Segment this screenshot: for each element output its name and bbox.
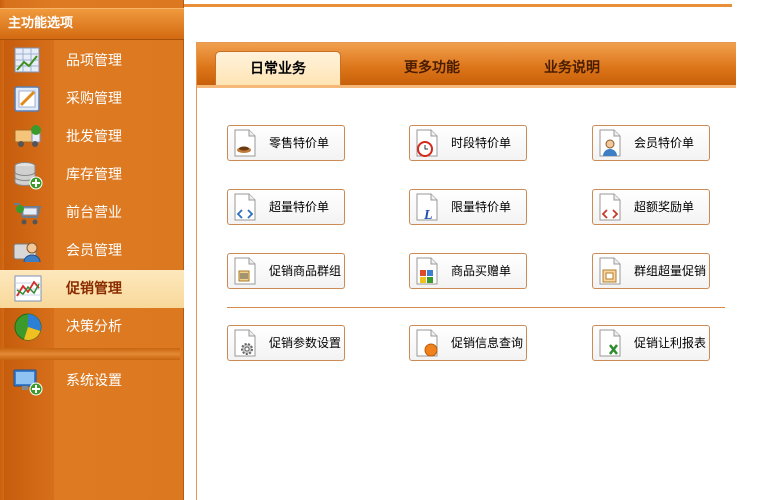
button-label: 群组超量促销 xyxy=(634,264,707,278)
sidebar-item-front-desk[interactable]: 前台营业 xyxy=(0,194,184,232)
sidebar-item-label: 品项管理 xyxy=(66,53,122,69)
member-card-icon xyxy=(13,242,41,263)
sidebar-item-inventory[interactable]: 库存管理 xyxy=(0,156,184,194)
sidebar-item-label: 前台营业 xyxy=(66,205,122,221)
gear-icon xyxy=(234,329,256,357)
svg-text:L: L xyxy=(423,208,433,221)
orange-dot-icon xyxy=(416,329,438,357)
sidebar-item-member[interactable]: 会员管理 xyxy=(0,232,184,270)
letter-l-icon: L xyxy=(416,193,438,221)
retail-special-button[interactable]: 零售特价单 xyxy=(227,125,345,161)
button-label: 会员特价单 xyxy=(634,136,695,150)
sidebar-item-item-management[interactable]: 品项管理 xyxy=(0,42,184,80)
sidebar-item-analysis[interactable]: 决策分析 xyxy=(0,308,184,346)
top-rule xyxy=(184,4,732,7)
button-label: 超额奖励单 xyxy=(634,200,695,214)
sidebar-item-label: 系统设置 xyxy=(66,373,122,389)
barcode-icon xyxy=(234,257,256,285)
pie-chart-icon xyxy=(14,313,42,341)
arrows-icon xyxy=(234,193,256,221)
blocks-icon xyxy=(416,257,438,285)
sidebar-item-label: 批发管理 xyxy=(66,129,122,145)
purchase-pen-icon xyxy=(14,86,40,112)
sidebar-item-label: 采购管理 xyxy=(66,91,122,107)
clock-icon xyxy=(416,129,438,157)
sidebar-item-label: 促销管理 xyxy=(66,281,122,297)
button-label: 促销让利报表 xyxy=(634,336,707,350)
button-label: 促销商品群组 xyxy=(269,264,342,278)
monitor-add-icon xyxy=(13,369,43,396)
button-label: 限量特价单 xyxy=(451,200,512,214)
item-grid-icon xyxy=(14,47,40,73)
promo-discount-report-button[interactable]: 促销让利报表 xyxy=(592,325,710,361)
sidebar-item-settings[interactable]: 系统设置 xyxy=(0,362,184,400)
tab-daily[interactable]: 日常业务 xyxy=(215,51,341,85)
sidebar-title: 主功能选项 xyxy=(0,8,184,40)
cup-icon xyxy=(234,129,256,157)
button-label: 超量特价单 xyxy=(269,200,330,214)
sidebar-item-purchase[interactable]: 采购管理 xyxy=(0,80,184,118)
frame-icon xyxy=(599,257,621,285)
tab-underline xyxy=(197,85,736,88)
excel-icon xyxy=(599,329,621,357)
database-add-icon xyxy=(14,162,43,190)
button-label: 商品买赠单 xyxy=(451,264,512,278)
tab-bar: 日常业务 更多功能 业务说明 xyxy=(197,43,736,85)
over-quantity-special-button[interactable]: 超量特价单 xyxy=(227,189,345,225)
button-label: 时段特价单 xyxy=(451,136,512,150)
buy-gift-button[interactable]: 商品买赠单 xyxy=(409,253,527,289)
button-label: 促销参数设置 xyxy=(269,336,342,350)
button-label: 零售特价单 xyxy=(269,136,330,150)
sidebar-menu: 品项管理 采购管理 批发管理 库存管理 前台营业 会员管理 促销管理 决策分析 … xyxy=(0,42,184,400)
tab-more[interactable]: 更多功能 xyxy=(372,51,492,85)
button-label: 促销信息查询 xyxy=(451,336,524,350)
promo-info-query-button[interactable]: 促销信息查询 xyxy=(409,325,527,361)
user-icon xyxy=(599,129,621,157)
chart-line-icon xyxy=(14,275,42,302)
promo-params-button[interactable]: 促销参数设置 xyxy=(227,325,345,361)
promo-item-group-button[interactable]: 促销商品群组 xyxy=(227,253,345,289)
sidebar-item-promotion[interactable]: 促销管理 xyxy=(0,270,184,308)
sidebar-item-label: 会员管理 xyxy=(66,243,122,259)
sidebar-divider xyxy=(0,348,180,360)
tab-help[interactable]: 业务说明 xyxy=(512,51,632,85)
member-special-button[interactable]: 会员特价单 xyxy=(592,125,710,161)
over-amount-reward-button[interactable]: 超额奖励单 xyxy=(592,189,710,225)
arrows-icon xyxy=(599,193,621,221)
sidebar: 主功能选项 品项管理 采购管理 批发管理 库存管理 前台营业 会员管理 促销管理… xyxy=(0,0,184,500)
wholesale-truck-icon xyxy=(14,125,41,147)
group-over-quantity-button[interactable]: 群组超量促销 xyxy=(592,253,710,289)
main-panel: 日常业务 更多功能 业务说明 零售特价单 时段特价单 会员特价单 超量特价单 L… xyxy=(196,42,736,500)
section-divider xyxy=(227,307,725,308)
limited-special-button[interactable]: L 限量特价单 xyxy=(409,189,527,225)
time-special-button[interactable]: 时段特价单 xyxy=(409,125,527,161)
sidebar-item-label: 决策分析 xyxy=(66,319,122,335)
cart-icon xyxy=(14,203,42,225)
sidebar-item-wholesale[interactable]: 批发管理 xyxy=(0,118,184,156)
sidebar-item-label: 库存管理 xyxy=(66,167,122,183)
